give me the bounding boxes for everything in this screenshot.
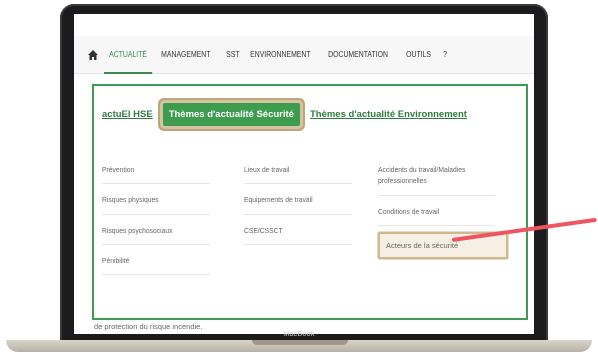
theme-tabs: actuEl HSE Thèmes d'actualité Sécurité T… [102,100,477,128]
tab-actuel-hse[interactable]: actuEl HSE [102,109,153,120]
device-label: MacBook [283,331,315,338]
menu-item-lieux-de-travail[interactable]: Lieux de travail [244,160,352,185]
page-text-snippet: de protection du risque incendie. [94,322,203,331]
menu-column-2: Lieux de travail Equipements de travail … [244,160,364,251]
menu-item-risques-psychosociaux[interactable]: Risques psychosociaux [102,221,210,245]
tab-securite-selected[interactable]: Thèmes d'actualité Sécurité [162,102,300,126]
nav-item-environnement[interactable]: ENVIRONNEMENT [245,36,316,74]
menu-item-penibilite[interactable]: Pénibilité [102,251,210,275]
menu-column-1: Prévention Risques physiques Risques psy… [102,160,222,281]
menu-item-equipements[interactable]: Equipements de travail [244,190,352,215]
home-icon[interactable] [82,44,104,66]
menu-item-prevention[interactable]: Prévention [102,160,210,185]
nav-item-outils[interactable]: OUTILS [401,36,436,74]
menu-item-risques-physiques[interactable]: Risques physiques [102,190,210,215]
screen: ACTUALITÉ MANAGEMENT SST ENVIRONNEMENT D… [74,14,534,334]
tab-environnement[interactable]: Thèmes d'actualité Environnement [310,109,467,120]
nav-item-sst[interactable]: SST [221,36,245,74]
menu-item-cse-cssct[interactable]: CSE/CSSCT [244,221,352,245]
menu-item-conditions-de-travail[interactable]: Conditions de travail [378,202,495,226]
top-navbar: ACTUALITÉ MANAGEMENT SST ENVIRONNEMENT D… [74,36,534,74]
nav-item-actualite[interactable]: ACTUALITÉ [104,36,153,74]
laptop-notch [252,340,348,345]
menu-column-3: Accidents du travail/Maladies profession… [378,160,508,265]
menu-item-accidents-du-travail[interactable]: Accidents du travail/Maladies profession… [378,160,495,196]
nav-item-management[interactable]: MANAGEMENT [156,36,216,74]
dropdown-menu-panel: actuEl HSE Thèmes d'actualité Sécurité T… [92,84,528,320]
nav-item-documentation[interactable]: DOCUMENTATION [323,36,393,74]
nav-item-help[interactable]: ? [438,36,452,74]
